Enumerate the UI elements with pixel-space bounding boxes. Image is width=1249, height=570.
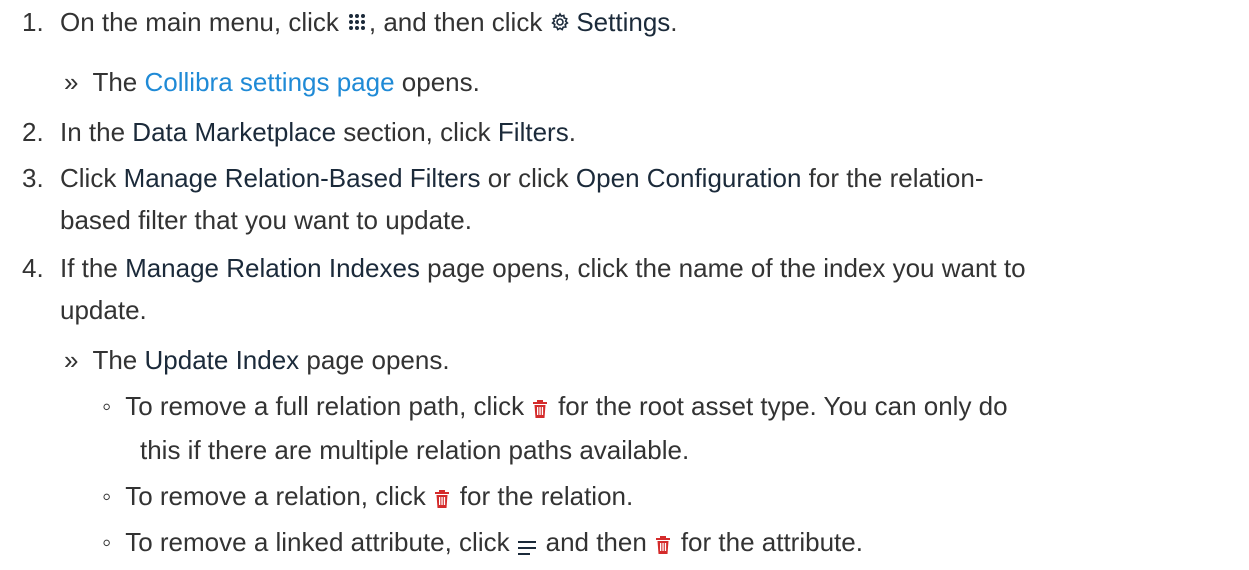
sub-text: To remove a linked attribute, click [125, 527, 510, 557]
step-text: for the relation- [808, 163, 984, 193]
sub-text: for the attribute. [680, 527, 863, 557]
step-text: On the main menu, click [60, 7, 339, 37]
step-number: 2. [22, 117, 44, 147]
sub-text: this if there are multiple relation path… [140, 435, 690, 465]
trash-icon[interactable] [655, 526, 671, 554]
step-text: section, click [343, 117, 491, 147]
sub-bullet: ◦ [102, 391, 112, 421]
update-index-label: Update Index [144, 345, 300, 375]
step-text: . [568, 117, 576, 147]
result-bullet: » [64, 67, 79, 97]
collibra-settings-link[interactable]: Collibra settings page [145, 63, 395, 101]
step-3: 3. Click Manage Relation-Based Filters o… [22, 159, 984, 197]
trash-icon[interactable] [532, 390, 548, 418]
sub-item-remove-path: ◦ To remove a full relation path, click … [102, 387, 1008, 425]
step-text: In the [60, 117, 126, 147]
step-4-continued: update. [60, 291, 147, 329]
step-1-result: » The Collibra settings page opens. [64, 63, 480, 101]
menu-grid-icon[interactable] [347, 4, 367, 30]
step-text: . [670, 7, 678, 37]
step-text: update. [60, 295, 147, 325]
sub-text: To remove a full relation path, click [125, 391, 525, 421]
step-2: 2. In the Data Marketplace section, clic… [22, 113, 576, 151]
step-3-continued: based filter that you want to update. [60, 201, 472, 239]
step-4-result: » The Update Index page opens. [64, 341, 450, 379]
manage-relation-based-filters-label: Manage Relation-Based Filters [123, 163, 481, 193]
step-text: Click [60, 163, 117, 193]
step-1: 1. On the main menu, click , and then cl… [22, 3, 678, 41]
step-text: If the [60, 253, 118, 283]
step-number: 4. [22, 253, 44, 283]
open-configuration-label: Open Configuration [575, 163, 802, 193]
step-text: , and then click [368, 7, 543, 37]
result-text: page opens. [306, 345, 450, 375]
sub-text: To remove a relation, click [125, 481, 426, 511]
filters-label: Filters [497, 117, 569, 147]
step-4: 4. If the Manage Relation Indexes page o… [22, 249, 1026, 287]
sub-text: for the root asset type. You can only do [558, 391, 1008, 421]
step-number: 3. [22, 163, 44, 193]
sub-bullet: ◦ [102, 481, 112, 511]
sub-bullet: ◦ [102, 527, 112, 557]
result-text: The [92, 345, 138, 375]
step-text: page opens, click the name of the index … [427, 253, 1026, 283]
result-bullet: » [64, 345, 79, 375]
sub-text: for the relation. [459, 481, 634, 511]
data-marketplace-label: Data Marketplace [132, 117, 337, 147]
sub-item-remove-relation: ◦ To remove a relation, click for the re… [102, 477, 633, 515]
step-number: 1. [22, 7, 44, 37]
settings-label: Settings [576, 7, 671, 37]
document-body: 1. On the main menu, click , and then cl… [0, 0, 1249, 570]
sub-item-remove-path-continued: this if there are multiple relation path… [140, 431, 689, 469]
sub-text: and then [545, 527, 647, 557]
list-lines-icon[interactable] [517, 528, 536, 555]
step-text: based filter that you want to update. [60, 205, 472, 235]
trash-icon[interactable] [434, 480, 450, 508]
sub-item-remove-attribute: ◦ To remove a linked attribute, click an… [102, 523, 863, 561]
result-text: The [92, 67, 138, 97]
gear-icon [550, 4, 570, 31]
manage-relation-indexes-label: Manage Relation Indexes [125, 253, 420, 283]
step-text: or click [487, 163, 569, 193]
result-text: opens. [401, 67, 480, 97]
